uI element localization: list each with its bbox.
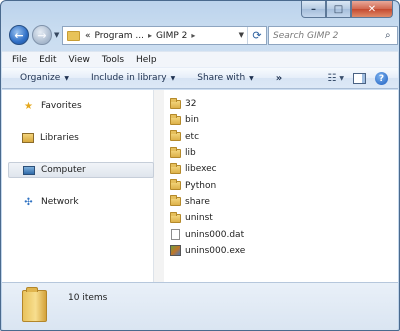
- nav-item-libraries[interactable]: Libraries: [8, 130, 154, 146]
- minimize-button[interactable]: –: [301, 1, 326, 18]
- breadcrumb-program-files[interactable]: Program ...: [95, 31, 144, 41]
- item-count: 10 items: [68, 293, 108, 303]
- file-name: Python: [185, 180, 217, 191]
- nav-item-label: Network: [41, 197, 79, 207]
- folder-icon: [170, 97, 181, 109]
- menu-tools[interactable]: Tools: [102, 55, 124, 65]
- nav-item-favorites[interactable]: ★ Favorites: [8, 98, 154, 114]
- menu-edit[interactable]: Edit: [39, 55, 56, 65]
- details-pane: 10 items: [2, 282, 398, 330]
- nav-item-label: Computer: [41, 165, 86, 175]
- command-bar: Organize ▼ Include in library ▼ Share wi…: [2, 67, 398, 89]
- share-with-button[interactable]: Share with ▼: [197, 73, 254, 83]
- file-name: uninst: [185, 213, 213, 224]
- network-icon: ✣: [24, 196, 33, 208]
- list-item[interactable]: lib: [170, 145, 370, 161]
- list-item[interactable]: Python: [170, 177, 370, 193]
- folder-icon: [170, 162, 181, 174]
- preview-pane-icon[interactable]: [353, 73, 366, 84]
- search-input[interactable]: [273, 30, 385, 41]
- folder-icon: [170, 113, 181, 125]
- chevron-down-icon: ▼: [64, 74, 69, 82]
- folder-icon: [170, 195, 181, 207]
- file-name: unins000.exe: [185, 245, 246, 256]
- caption-buttons: – □ ✕: [301, 1, 393, 19]
- file-name: share: [185, 196, 210, 207]
- chevron-down-icon: ▼: [170, 74, 176, 82]
- forward-button[interactable]: →: [32, 25, 52, 45]
- list-item[interactable]: 32: [170, 96, 370, 112]
- views-icon[interactable]: ☷: [327, 73, 336, 84]
- list-item[interactable]: uninst: [170, 210, 370, 226]
- library-icon: [22, 133, 34, 143]
- file-name: etc: [185, 131, 200, 142]
- chevron-right-icon[interactable]: ▸: [191, 31, 195, 40]
- maximize-button[interactable]: □: [326, 1, 351, 18]
- file-name: bin: [185, 115, 199, 126]
- nav-item-label: Favorites: [41, 101, 82, 111]
- share-with-label: Share with: [197, 73, 246, 83]
- breadcrumb: « Program ... ▸ GIMP 2 ▸: [85, 31, 195, 41]
- file-name: unins000.dat: [185, 229, 245, 240]
- list-item[interactable]: unins000.exe: [170, 243, 370, 259]
- breadcrumb-gimp-2[interactable]: GIMP 2: [156, 31, 187, 41]
- include-in-library-button[interactable]: Include in library ▼: [91, 73, 175, 83]
- breadcrumb-overflow[interactable]: «: [85, 31, 91, 41]
- chevron-right-icon[interactable]: ▸: [148, 31, 152, 40]
- executable-icon: [170, 245, 181, 257]
- list-item[interactable]: libexec: [170, 161, 370, 177]
- organize-label: Organize: [20, 73, 61, 83]
- list-item[interactable]: unins000.dat: [170, 226, 370, 242]
- folder-icon: [67, 30, 80, 41]
- address-history-dropdown[interactable]: ▼: [239, 31, 244, 39]
- navigation-pane: ★ Favorites Libraries Computer ✣ Network: [2, 90, 154, 282]
- navigation-row: ← → ▼ « Program ... ▸ GIMP 2 ▸ ▼ ⟳ ⌕: [7, 25, 398, 47]
- close-button[interactable]: ✕: [351, 1, 393, 18]
- content-area: ★ Favorites Libraries Computer ✣ Network…: [2, 90, 398, 282]
- list-item[interactable]: share: [170, 194, 370, 210]
- star-icon: ★: [24, 100, 33, 112]
- explorer-window: – □ ✕ ← → ▼ « Program ... ▸ GIMP 2 ▸ ▼ ⟳…: [0, 0, 400, 331]
- file-name: libexec: [185, 164, 217, 175]
- folder-icon: [170, 211, 181, 223]
- list-item[interactable]: bin: [170, 112, 370, 128]
- document-icon: [171, 229, 180, 241]
- nav-item-computer[interactable]: Computer: [8, 162, 154, 178]
- organize-button[interactable]: Organize ▼: [20, 73, 69, 83]
- folder-icon: [170, 130, 181, 142]
- list-item[interactable]: etc: [170, 129, 370, 145]
- navigation-scrollbar[interactable]: [154, 90, 164, 282]
- back-button[interactable]: ←: [9, 25, 29, 45]
- address-bar[interactable]: « Program ... ▸ GIMP 2 ▸ ▼ ⟳: [62, 26, 267, 45]
- menu-help[interactable]: Help: [136, 55, 157, 65]
- file-list: 32 bin etc lib libexec Python share unin…: [170, 96, 370, 259]
- file-name: lib: [185, 148, 196, 159]
- nav-item-network[interactable]: ✣ Network: [8, 194, 154, 210]
- nav-item-label: Libraries: [40, 133, 79, 143]
- include-in-library-label: Include in library: [90, 73, 167, 83]
- file-name: 32: [185, 99, 197, 110]
- view-controls: ☷ ▼ ?: [327, 72, 388, 85]
- more-commands-button[interactable]: »: [276, 73, 282, 84]
- chevron-down-icon[interactable]: ▼: [339, 75, 344, 82]
- folder-icon: [170, 179, 181, 191]
- computer-icon: [23, 165, 35, 175]
- menu-file[interactable]: File: [12, 55, 27, 65]
- search-icon[interactable]: ⌕: [385, 30, 391, 41]
- menu-bar: File Edit View Tools Help: [2, 51, 398, 67]
- recent-pages-dropdown[interactable]: ▼: [54, 31, 59, 39]
- refresh-icon[interactable]: ⟳: [247, 27, 266, 44]
- search-box: ⌕: [268, 26, 398, 45]
- folder-icon: [170, 146, 181, 158]
- chevron-down-icon: ▼: [249, 74, 254, 82]
- folder-icon: [22, 287, 47, 322]
- menu-view[interactable]: View: [69, 55, 90, 65]
- help-icon[interactable]: ?: [375, 72, 388, 85]
